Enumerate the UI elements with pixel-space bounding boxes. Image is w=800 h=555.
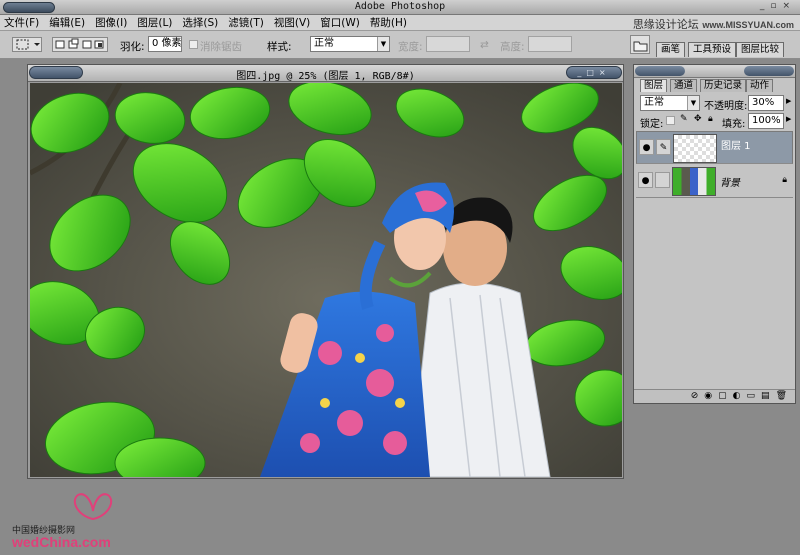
folder-icon	[633, 41, 648, 52]
document-title-bar[interactable]: 图四.jpg @ 25% (图层 1, RGB/8#) _□×	[28, 65, 623, 82]
layer-thumbnail-photo	[672, 167, 716, 196]
opacity-input[interactable]: 30%	[748, 95, 784, 111]
layer-row-background[interactable]: ● 背景 🔒︎	[636, 165, 793, 198]
panel-close-pill[interactable]	[744, 66, 794, 76]
opacity-slider-arrow-icon[interactable]: ▶	[786, 97, 791, 105]
window-controls[interactable]: _▫×	[760, 1, 796, 11]
feather-input[interactable]: 0 像素	[148, 36, 182, 52]
swap-arrows-icon[interactable]: ⇄	[480, 39, 489, 51]
blend-mode-value: 正常	[644, 97, 664, 108]
chevron-down-icon: ▼	[687, 96, 699, 110]
options-bar: 羽化: 0 像素 消除锯齿 样式: 正常 ▼ 宽度: ⇄ 高度: 画笔 工具预设 …	[0, 31, 800, 59]
lock-pixels-brush-icon[interactable]: ✎	[680, 114, 688, 124]
blend-mode-select[interactable]: 正常 ▼	[640, 95, 700, 111]
layer-name: 图层 1	[721, 141, 751, 152]
layer-style-icon[interactable]: ◉	[704, 391, 718, 401]
style-label: 样式:	[267, 41, 292, 53]
new-layer-icon[interactable]: ▤	[761, 391, 776, 401]
fill-label: 填充:	[722, 119, 746, 130]
image-canvas[interactable]	[30, 83, 622, 477]
tab-history[interactable]: 历史记录	[700, 79, 747, 92]
palette-tab-tool-presets[interactable]: 工具预设	[688, 42, 737, 57]
document-title: 图四.jpg @ 25% (图层 1, RGB/8#)	[236, 71, 415, 82]
style-select-value: 正常	[314, 38, 334, 49]
document-window-controls[interactable]: _□×	[566, 66, 622, 79]
rect-marquee-icon	[16, 39, 40, 50]
layers-panel-header[interactable]	[634, 65, 795, 78]
link-layers-icon[interactable]: ⊘	[691, 391, 705, 401]
lock-all-lock-icon[interactable]: 🔒︎	[708, 114, 713, 124]
layers-panel-footer: ⊘◉▢◐▭▤🗑︎	[634, 389, 795, 403]
opacity-label: 不透明度:	[704, 101, 748, 112]
layer-row-layer1[interactable]: ● ✎ 图层 1	[636, 131, 793, 164]
watermark-en: www.MISSYUAN.com	[702, 20, 794, 30]
width-label: 宽度:	[398, 41, 423, 53]
selection-mode-buttons[interactable]	[52, 37, 108, 52]
width-input[interactable]	[426, 36, 470, 52]
menu-view[interactable]: 视图(V)	[269, 15, 315, 31]
lock-position-move-icon[interactable]: ✥	[694, 114, 702, 124]
site-logo: 中国婚纱摄影网 wedChina.com	[12, 491, 122, 551]
new-group-icon[interactable]: ▭	[747, 391, 762, 401]
layer-name: 背景	[720, 178, 740, 189]
delete-layer-icon[interactable]: 🗑︎	[776, 391, 793, 401]
height-input[interactable]	[528, 36, 572, 52]
palette-tab-brushes[interactable]: 画笔	[656, 42, 686, 57]
layers-panel: 图层 通道 历史记录 动作 正常 ▼ 不透明度: 30% ▶ 锁定: ✎ ✥ 🔒︎…	[633, 64, 796, 404]
antialias-label: 消除锯齿	[200, 41, 242, 53]
marquee-tool-preset[interactable]	[12, 37, 42, 52]
tab-actions[interactable]: 动作	[746, 79, 774, 92]
eye-icon[interactable]: ●	[638, 172, 653, 188]
menu-image[interactable]: 图像(I)	[90, 15, 132, 31]
lock-icon: 🔒︎	[782, 175, 787, 185]
fill-input[interactable]: 100%	[748, 113, 784, 129]
app-title-bar: Adobe Photoshop _▫×	[0, 0, 800, 15]
app-title: Adobe Photoshop	[354, 1, 446, 12]
menu-filter[interactable]: 滤镜(T)	[223, 15, 269, 31]
antialias-checkbox[interactable]	[189, 40, 198, 49]
layer-mask-icon[interactable]: ▢	[718, 391, 733, 401]
logo-en-text: wedChina.com	[12, 534, 111, 550]
palette-tab-layer-comps[interactable]: 图层比较	[736, 42, 785, 57]
tab-layers[interactable]: 图层	[640, 79, 668, 92]
menu-select[interactable]: 选择(S)	[177, 15, 223, 31]
photo-couple-in-leaves	[30, 83, 622, 477]
document-window: 图四.jpg @ 25% (图层 1, RGB/8#) _□×	[27, 64, 624, 479]
lock-transparent-checkbox[interactable]	[666, 116, 675, 125]
menu-window[interactable]: 窗口(W)	[315, 15, 365, 31]
link-slot[interactable]	[655, 172, 670, 188]
menu-edit[interactable]: 编辑(E)	[44, 15, 90, 31]
file-browser-button[interactable]	[630, 35, 650, 54]
eye-icon[interactable]: ●	[639, 139, 654, 155]
fill-slider-arrow-icon[interactable]: ▶	[786, 115, 791, 123]
feather-label: 羽化:	[120, 41, 145, 53]
panel-collapse-pill[interactable]	[635, 66, 685, 76]
menu-file[interactable]: 文件(F)	[0, 15, 44, 31]
tab-channels[interactable]: 通道	[670, 79, 698, 92]
chevron-down-icon: ▼	[377, 37, 389, 51]
layer-thumbnail-transparent	[673, 134, 717, 163]
watermark-cn: 思缘设计论坛	[632, 18, 699, 31]
menu-help[interactable]: 帮助(H)	[365, 15, 412, 31]
brush-icon[interactable]: ✎	[656, 139, 671, 155]
style-select[interactable]: 正常 ▼	[310, 36, 390, 52]
butterfly-logo-icon	[73, 493, 113, 521]
menu-layer[interactable]: 图层(L)	[132, 15, 177, 31]
watermark: 思缘设计论坛 www.MISSYUAN.com	[633, 16, 794, 32]
selection-mode-icons	[55, 38, 104, 49]
adjustment-layer-icon[interactable]: ◐	[733, 391, 747, 401]
lock-label: 锁定:	[640, 119, 664, 130]
menu-bar: 文件(F) 编辑(E) 图像(I) 图层(L) 选择(S) 滤镜(T) 视图(V) 窗口(W)…	[0, 15, 800, 31]
height-label: 高度:	[500, 41, 525, 53]
